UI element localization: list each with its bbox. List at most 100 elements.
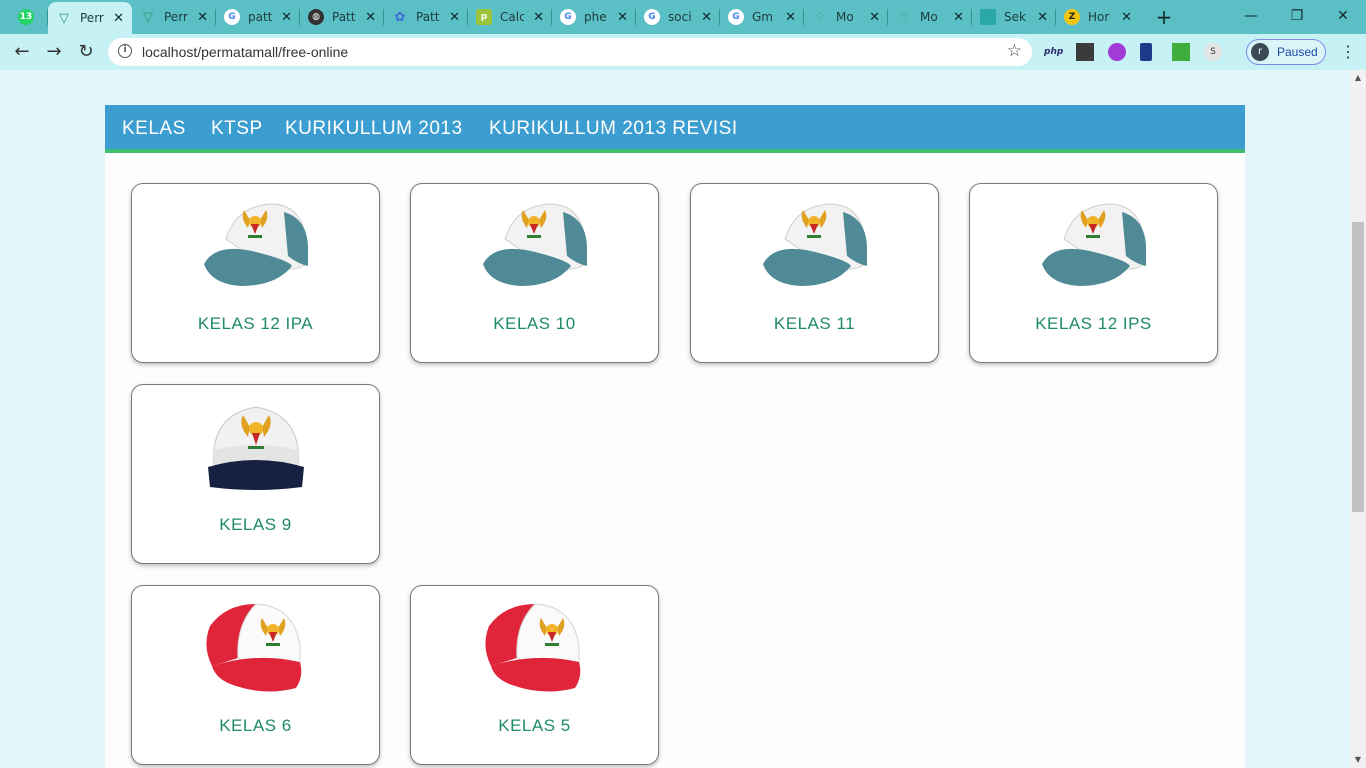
sma-cap-icon — [482, 203, 587, 286]
close-window-button[interactable]: ✕ — [1320, 4, 1366, 28]
google-icon: G — [644, 9, 660, 25]
s-extension-icon[interactable]: S — [1204, 43, 1222, 61]
php-extension-icon[interactable]: php — [1044, 43, 1063, 61]
p-icon: p — [476, 9, 492, 25]
class-card[interactable]: KELAS 6 — [131, 585, 380, 765]
close-tab-icon[interactable]: ✕ — [869, 10, 880, 25]
tab[interactable]: G Gm ✕ — [720, 4, 804, 30]
close-tab-icon[interactable]: ✕ — [1121, 10, 1132, 25]
card-label: KELAS 5 — [498, 716, 571, 735]
tab-title: Perr — [80, 11, 104, 25]
close-tab-icon[interactable]: ✕ — [1037, 10, 1048, 25]
tab[interactable]: ◍ Patt ✕ — [300, 4, 384, 30]
profile-button[interactable]: r Paused — [1246, 39, 1326, 65]
page-viewport: KELAS KTSP KURIKULLUM 2013 KURIKULLUM 20… — [0, 70, 1350, 768]
globe-icon: ◍ — [308, 9, 324, 25]
scroll-up-arrow-icon[interactable]: ▲ — [1350, 70, 1366, 86]
tab-title: Mo — [836, 10, 854, 24]
close-tab-icon[interactable]: ✕ — [785, 10, 796, 25]
tab-title: soci — [668, 10, 692, 24]
address-bar[interactable]: i localhost/permatamall/free-online ☆ — [108, 38, 1032, 66]
sma-cap-icon — [1041, 203, 1146, 286]
nav-link-k13[interactable]: KURIKULLUM 2013 — [285, 118, 463, 140]
content-panel: KELAS 12 IPA KELAS 10 KELAS 11 KELAS 12 … — [105, 153, 1245, 768]
folder-icon — [980, 9, 996, 25]
smp-cap-icon — [207, 406, 304, 490]
nav-link-k13-revisi[interactable]: KURIKULLUM 2013 REVISI — [489, 118, 738, 140]
tab[interactable]: ✿ Patt ✕ — [384, 4, 468, 30]
dots-icon: ⁘ — [900, 12, 908, 22]
tab[interactable]: ⁘ Mo ✕ — [888, 4, 972, 30]
sd-cap-icon — [205, 603, 301, 692]
tab-title: Mo — [920, 10, 938, 24]
tab-whatsapp[interactable]: 13 — [10, 4, 48, 30]
dots-icon: ⁘ — [816, 12, 824, 22]
tab-title: Perr — [164, 10, 188, 24]
minimize-button[interactable]: — — [1228, 4, 1274, 28]
vue-icon: ▽ — [59, 10, 69, 26]
vue-icon: ▽ — [143, 9, 153, 25]
google-icon: G — [224, 9, 240, 25]
close-tab-icon[interactable]: ✕ — [365, 10, 376, 25]
tab-title: Sek — [1004, 10, 1026, 24]
tab-title: Patt — [416, 10, 440, 24]
url-text[interactable]: localhost/permatamall/free-online — [142, 44, 348, 60]
color-extension-icon[interactable] — [1108, 43, 1126, 61]
tab[interactable]: G patt ✕ — [216, 4, 300, 30]
close-tab-icon[interactable]: ✕ — [113, 11, 124, 26]
close-tab-icon[interactable]: ✕ — [281, 10, 292, 25]
grid-extension-icon[interactable] — [1076, 43, 1094, 61]
card-label: KELAS 6 — [219, 716, 292, 735]
tab[interactable]: G soci ✕ — [636, 4, 720, 30]
nav-link-ktsp[interactable]: KTSP — [211, 118, 263, 140]
tab-title: Patt — [332, 10, 356, 24]
site-navbar: KELAS KTSP KURIKULLUM 2013 KURIKULLUM 20… — [105, 105, 1245, 153]
tab-strip: 13 ▽ Perr ✕ ▽ Perr ✕ G patt ✕ ◍ Patt ✕ ✿… — [0, 0, 1366, 34]
close-tab-icon[interactable]: ✕ — [197, 10, 208, 25]
class-card[interactable]: KELAS 12 IPS — [969, 183, 1218, 363]
close-tab-icon[interactable]: ✕ — [449, 10, 460, 25]
tab-active[interactable]: ▽ Perr ✕ — [48, 2, 132, 34]
menu-icon[interactable]: ⋮ — [1338, 42, 1358, 62]
tab[interactable]: ⁘ Mo ✕ — [804, 4, 888, 30]
card-label: KELAS 10 — [493, 314, 576, 333]
tab-title: patt — [248, 10, 272, 24]
tab[interactable]: Z Hor ✕ — [1056, 4, 1140, 30]
tab[interactable]: G phe ✕ — [552, 4, 636, 30]
class-card[interactable]: KELAS 5 — [410, 585, 659, 765]
back-button[interactable]: ← — [10, 41, 34, 63]
forward-button[interactable]: → — [42, 41, 66, 63]
class-card[interactable]: KELAS 9 — [131, 384, 380, 564]
class-card[interactable]: KELAS 12 IPA — [131, 183, 380, 363]
card-label: KELAS 12 IPA — [197, 314, 314, 333]
tab-title: phe — [584, 10, 607, 24]
close-tab-icon[interactable]: ✕ — [533, 10, 544, 25]
page-scrollbar[interactable]: ▲ ▼ — [1350, 70, 1366, 768]
class-card[interactable]: KELAS 10 — [410, 183, 659, 363]
tab[interactable]: Sek ✕ — [972, 4, 1056, 30]
info-icon[interactable]: i — [118, 44, 132, 58]
new-tab-button[interactable]: + — [1152, 6, 1176, 28]
bookmark-extension-icon[interactable] — [1140, 43, 1152, 61]
tab-title: Gm — [752, 10, 773, 24]
tab[interactable]: p Calc ✕ — [468, 4, 552, 30]
profile-status: Paused — [1277, 45, 1318, 59]
sd-cap-icon — [484, 603, 580, 692]
bookmark-star-icon[interactable]: ☆ — [1007, 41, 1022, 61]
restore-button[interactable]: ❐ — [1274, 4, 1320, 28]
close-tab-icon[interactable]: ✕ — [617, 10, 628, 25]
image-extension-icon[interactable] — [1172, 43, 1190, 61]
close-tab-icon[interactable]: ✕ — [701, 10, 712, 25]
reload-button[interactable]: ↻ — [74, 41, 98, 63]
browser-toolbar: ← → ↻ i localhost/permatamall/free-onlin… — [0, 34, 1366, 70]
tab[interactable]: ▽ Perr ✕ — [132, 4, 216, 30]
scroll-thumb[interactable] — [1352, 222, 1364, 512]
class-card[interactable]: KELAS 11 — [690, 183, 939, 363]
close-tab-icon[interactable]: ✕ — [953, 10, 964, 25]
card-label: KELAS 12 IPS — [1035, 314, 1152, 333]
sma-cap-icon — [203, 203, 308, 286]
scroll-down-arrow-icon[interactable]: ▼ — [1350, 752, 1366, 768]
nav-link-kelas[interactable]: KELAS — [122, 118, 186, 140]
tab-title: Calc — [500, 10, 524, 24]
z-icon: Z — [1064, 9, 1080, 25]
